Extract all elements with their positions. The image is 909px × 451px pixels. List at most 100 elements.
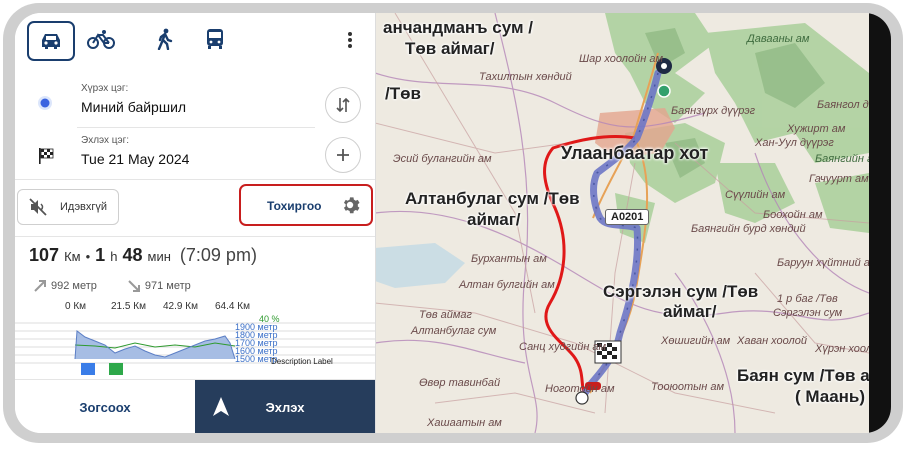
map-place: Бурхантын ам — [471, 253, 547, 265]
road-shield: A0201 — [605, 209, 650, 225]
hours-value: 1 — [95, 245, 106, 265]
map-place: Санц худгийн ам — [519, 341, 607, 353]
hours-unit: h — [110, 249, 118, 264]
descent-value: 971 метр — [144, 280, 191, 292]
map-place: Өвөр тавинбай — [419, 377, 501, 389]
start-navigation-button[interactable]: Эхлэх — [195, 380, 375, 433]
map-place: Хужирт ам — [787, 123, 846, 135]
bicycle-icon — [87, 30, 115, 49]
device-bezel: анчандманъ сум / Төв аймаг/ /Төв Улаанба… — [3, 3, 903, 443]
mute-voice-button[interactable]: Идэвхгүй — [17, 189, 119, 225]
mode-bus-button[interactable] — [193, 21, 237, 57]
ascent-value: 992 метр — [51, 280, 97, 292]
swap-vertical-icon — [336, 97, 350, 113]
distance-value: 107 — [29, 245, 60, 265]
map-place: Боохойн ам — [763, 209, 823, 221]
route-settings-button[interactable]: Тохиргоо — [239, 184, 373, 226]
bus-icon — [207, 29, 223, 49]
map-place: Ноготойн ам — [545, 383, 615, 395]
start-caption: Эхлэх цэг: — [81, 135, 130, 146]
map-place: Баянгийн ам — [815, 153, 869, 165]
bottom-actions: Зогсоох Эхлэх — [15, 379, 375, 433]
map-label: Баян сум /Төв а — [737, 366, 869, 385]
x-tick: 42.9 Км — [163, 301, 198, 312]
map-place: Хаван хоолой — [737, 335, 807, 347]
map-place: Хүрэн хоолой — [815, 343, 869, 355]
x-tick: 64.4 Км — [215, 301, 250, 312]
map-place: Гачуурт ам — [809, 173, 869, 185]
mute-label: Идэвхгүй — [60, 201, 108, 213]
checkered-flag-icon — [39, 148, 54, 164]
minutes-unit: мин — [147, 249, 171, 264]
map-place: Тахилтын хөндий — [479, 71, 572, 83]
navigation-arrow-icon — [213, 397, 229, 416]
divider — [77, 127, 315, 128]
map-place: Баянгийн бурд хөндий — [691, 223, 806, 235]
arrival-time: (7:09 pm) — [179, 245, 257, 265]
chart-description: Description Label — [271, 357, 333, 366]
distance-unit: Км — [64, 249, 81, 264]
map-place: Сэргэлэн сум — [773, 307, 843, 319]
screen-edge — [869, 13, 891, 433]
transport-mode-bar — [15, 13, 375, 65]
chart-x-axis: 0 Км 21.5 Км 42.9 Км 64.4 Км — [15, 301, 375, 315]
map-place: Алтанбулаг сум — [411, 325, 497, 337]
destination-row[interactable]: Хүрэх цэг: Миний байршил — [15, 81, 375, 131]
plus-icon — [337, 149, 349, 161]
add-waypoint-button[interactable] — [325, 137, 361, 173]
map-label-city: Улаанбаатар хот — [561, 143, 709, 163]
map-place: Сүүлийн ам — [725, 189, 786, 201]
elevation-stats: 992 метр 971 метр — [33, 279, 191, 293]
separator-dot: • — [85, 249, 91, 264]
mode-bike-button[interactable] — [79, 21, 123, 57]
more-menu-button[interactable] — [339, 29, 361, 51]
route-panel: Хүрэх цэг: Миний байршил Эхлэх цэг: Tue … — [15, 13, 376, 433]
map-view[interactable]: анчандманъ сум / Төв аймаг/ /Төв Улаанба… — [375, 13, 869, 433]
destination-value: Миний байршил — [81, 99, 187, 115]
map-place: Давааны ам — [747, 33, 810, 45]
map-place: Алтан булгийн ам — [459, 279, 555, 291]
mode-walk-button[interactable] — [143, 21, 187, 57]
map-label: анчандманъ сум / — [383, 18, 534, 37]
swap-points-button[interactable] — [325, 87, 361, 123]
map-place: 1 р баг /Төв — [777, 293, 838, 305]
phone-frame: анчандманъ сум / Төв аймаг/ /Төв Улаанба… — [0, 0, 909, 451]
map-place: Хан-Уул дүүрэг — [755, 137, 834, 149]
map-label: Алтанбулаг сум /Төв — [405, 189, 580, 208]
route-options-bar: Идэвхгүй Тохиргоо — [15, 179, 375, 237]
more-vert-icon — [348, 32, 352, 48]
map-place: Баруун хүйтний ам — [777, 257, 869, 269]
ascent-icon — [34, 280, 46, 292]
map-label: ( Маань) — [795, 387, 866, 406]
elevation-chart[interactable]: 0 Км 21.5 Км 42.9 Км 64.4 Км 40 % 1900 м… — [15, 301, 375, 379]
map-label: аймаг/ — [663, 302, 717, 321]
map-place: Хашаатын ам — [427, 417, 502, 429]
map-label: Төв аймаг/ — [405, 39, 495, 58]
stop-button[interactable]: Зогсоох — [15, 380, 195, 433]
mode-car-button[interactable] — [27, 21, 75, 61]
pedestrian-icon — [157, 28, 173, 50]
map-place: Шар хоолойн ам — [579, 53, 663, 65]
gear-icon — [343, 197, 360, 214]
map-place: Хөшигийн ам — [661, 335, 731, 347]
start-row[interactable]: Эхлэх цэг: Tue 21 May 2024 — [15, 133, 375, 183]
screen: анчандманъ сум / Төв аймаг/ /Төв Улаанба… — [15, 13, 891, 433]
map-place: Төв аймаг — [419, 309, 472, 321]
map-place: Тооюотын ам — [651, 381, 725, 393]
settings-label: Тохиргоо — [267, 199, 322, 213]
x-tick: 0 Км — [65, 301, 87, 312]
car-icon — [42, 34, 60, 49]
map-place: Баянзүрх дүүрэг — [671, 105, 756, 117]
my-location-icon — [38, 96, 52, 110]
map-label: Сэргэлэн сум /Төв — [603, 282, 759, 301]
descent-icon — [128, 280, 140, 292]
volume-off-icon — [29, 198, 47, 216]
map-label: аймаг/ — [467, 210, 521, 229]
map-label: /Төв — [385, 84, 421, 103]
chart-right-axis: 40 % 1900 метр 1800 метр 1700 метр 1600 … — [235, 315, 280, 364]
destination-caption: Хүрэх цэг: — [81, 83, 129, 94]
minutes-value: 48 — [122, 245, 143, 265]
start-label: Эхлэх — [265, 399, 305, 415]
map-place: Эсий булангийн ам — [393, 153, 492, 165]
route-summary: 107 Км • 1 h 48 мин (7:09 pm) — [29, 245, 257, 266]
